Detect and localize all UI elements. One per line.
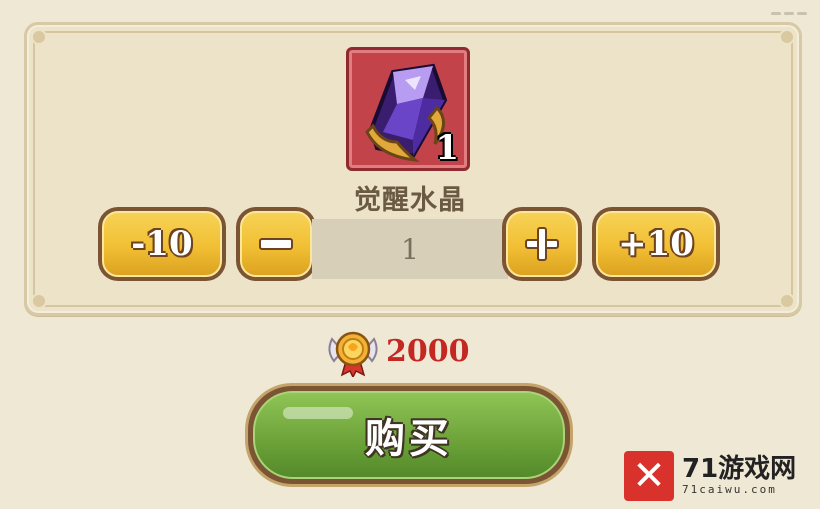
panel-corner-ornament [31,29,47,45]
winged-medal-icon [328,331,378,377]
minus-button[interactable] [236,207,316,281]
minus-icon [259,238,293,250]
plus-button[interactable] [502,207,582,281]
panel-corner-ornament [779,29,795,45]
plus-icon [525,227,559,261]
plus-10-button[interactable]: +10 [592,207,720,281]
item-slot[interactable]: 1 [346,47,470,171]
quantity-input[interactable] [312,219,508,279]
plus-10-label: +10 [596,211,716,277]
panel-corner-ornament [779,293,795,309]
button-shine [283,407,353,419]
price-amount: 2000 [386,333,470,369]
site-logo: ✕ [624,451,674,501]
logo-glyph: ✕ [632,453,666,499]
minus-10-button[interactable]: -10 [98,207,226,281]
price-display: 2000 [324,326,470,377]
panel-corner-ornament [31,293,47,309]
watermark-url: 71caiwu.com [682,483,777,497]
minus-10-label: -10 [102,211,222,277]
site-watermark: ✕ 71游戏网 71caiwu.com [624,451,796,501]
buy-button[interactable]: 购买 [248,386,570,484]
buy-button-label: 购买 [365,416,453,462]
item-count: 1 [435,128,459,168]
watermark-title: 71游戏网 [682,453,797,484]
window-edge-marks [768,0,808,15]
